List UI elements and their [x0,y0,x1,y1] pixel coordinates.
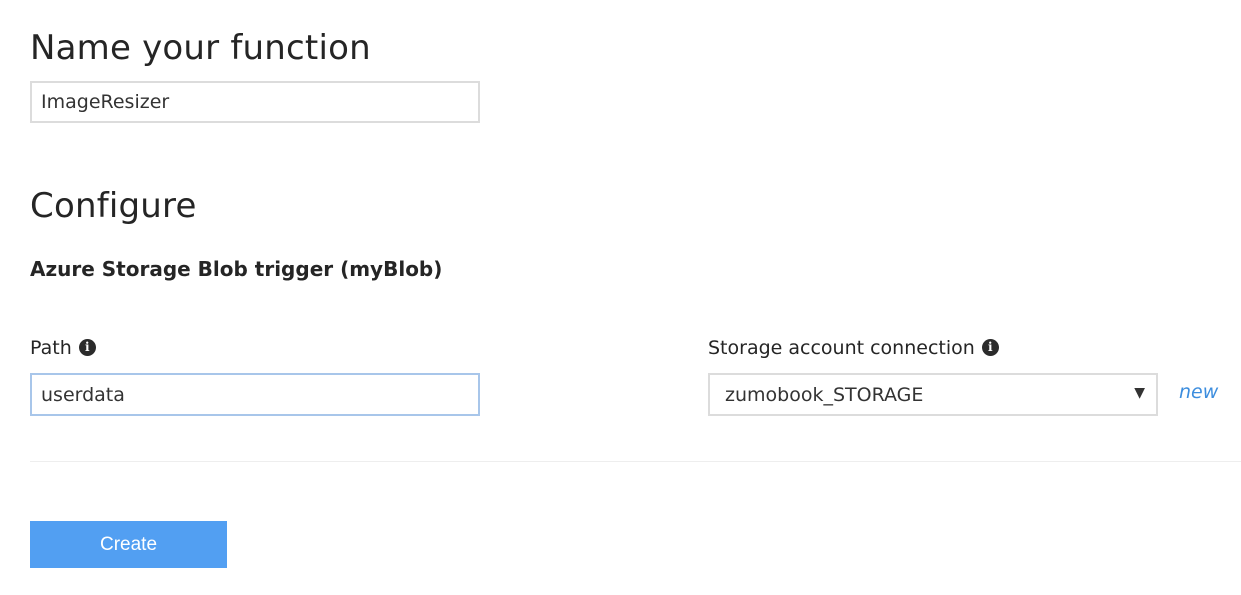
info-icon[interactable]: i [981,338,999,356]
path-input-wrapper [30,373,480,416]
section-divider [30,461,1241,462]
new-connection-link[interactable]: new [1179,381,1218,403]
path-label: Path [30,337,72,359]
storage-connection-label-row: Storage account connection i [708,337,999,359]
chevron-down-icon: ▼ [1134,385,1145,401]
info-icon[interactable]: i [78,338,96,356]
function-name-input[interactable] [30,81,480,123]
path-label-row: Path i [30,337,96,359]
storage-connection-selected-value: zumobook_STORAGE [725,383,924,406]
trigger-title: Azure Storage Blob trigger (myBlob) [30,257,443,281]
configure-heading: Configure [30,186,197,226]
create-button[interactable]: Create [30,521,227,568]
storage-connection-label: Storage account connection [708,337,975,359]
name-function-heading: Name your function [30,28,371,68]
storage-connection-select[interactable]: zumobook_STORAGE ▼ [708,373,1158,416]
path-input[interactable] [30,373,480,416]
